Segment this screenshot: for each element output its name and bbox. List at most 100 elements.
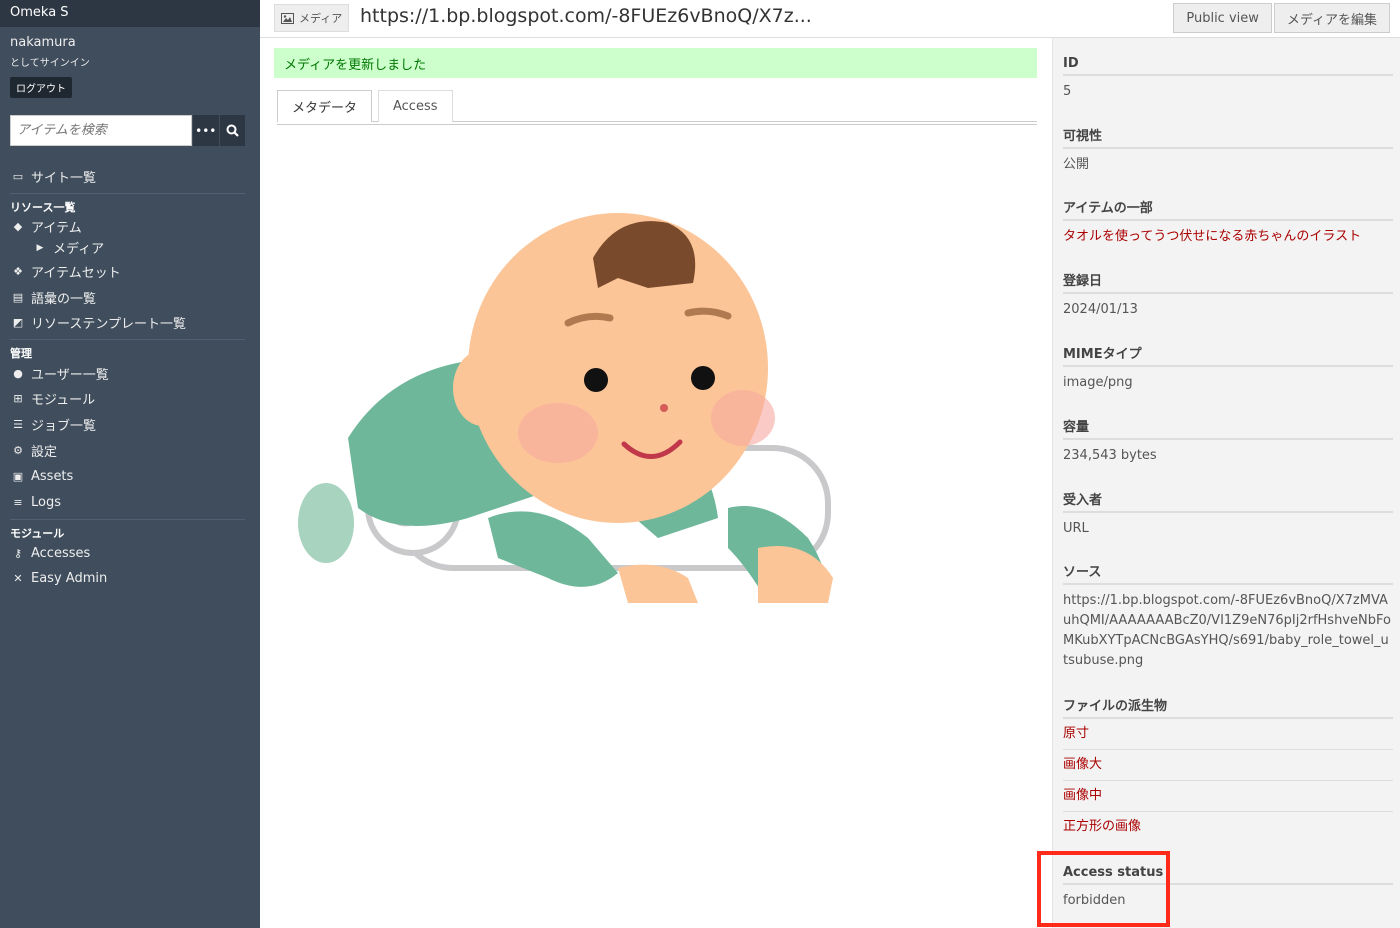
meta-size-value: 234,543 bytes <box>1063 448 1157 463</box>
edit-icon: ◩ <box>12 316 24 329</box>
edit-media-button[interactable]: メディアを編集 <box>1273 3 1390 33</box>
meta-part-of-label: アイテムの一部 <box>1063 197 1393 221</box>
success-message: メディアを更新しました <box>274 48 1037 78</box>
signed-in-text: としてサインイン <box>10 58 90 69</box>
baby-nose <box>660 404 668 412</box>
sidebar: Omeka S nakamura としてサインイン ログアウト ••• ▭ サイト… <box>0 0 260 928</box>
meta-derivatives: ファイルの派生物 原寸 画像大 画像中 正方形の画像 <box>1063 695 1393 843</box>
user-icon: ● <box>13 367 23 380</box>
meta-size-label: 容量 <box>1063 416 1393 440</box>
laptop-icon: ▭ <box>12 170 24 183</box>
meta-size: 容量 234,543 bytes <box>1063 416 1393 466</box>
media-image[interactable] <box>288 178 848 613</box>
book-icon: ▤ <box>12 291 24 304</box>
nav-divider <box>10 339 245 340</box>
logout-button[interactable]: ログアウト <box>10 77 72 98</box>
meta-source-label: ソース <box>1063 561 1393 585</box>
meta-id-label: ID <box>1063 52 1393 76</box>
meta-ingester-label: 受入者 <box>1063 489 1393 513</box>
baby-eye-right <box>691 366 715 390</box>
derivative-medium-link[interactable]: 画像中 <box>1063 781 1393 812</box>
page-actions: Public view メディアを編集 <box>1171 3 1390 33</box>
nav-modules-label: モジュール <box>31 392 96 408</box>
user-name[interactable]: nakamura <box>10 35 250 50</box>
baby-foot <box>298 483 354 563</box>
meta-created: 登録日 2024/01/13 <box>1063 270 1393 320</box>
section-tabs: メタデータ Access <box>277 90 1037 125</box>
nav-divider <box>10 193 245 194</box>
meta-id: ID 5 <box>1063 52 1393 102</box>
plus-square-icon: ⊞ <box>13 391 23 405</box>
derivative-square-link[interactable]: 正方形の画像 <box>1063 812 1393 843</box>
cogs-icon: ⚙ <box>13 443 23 457</box>
nav-settings-label: 設定 <box>31 444 58 460</box>
meta-ingester: 受入者 URL <box>1063 489 1393 539</box>
nav-resource-templates-label: リソーステンプレート一覧 <box>31 317 186 332</box>
nav-items[interactable]: ◆ アイテム <box>10 216 245 237</box>
nav-easy-admin-label: Easy Admin <box>31 571 108 586</box>
cube-icon: ◆ <box>13 220 23 233</box>
meta-visibility-label: 可視性 <box>1063 125 1393 149</box>
meta-part-of: アイテムの一部 タオルを使ってうつ伏せになる赤ちゃんのイラスト <box>1063 197 1393 247</box>
tabs-divider <box>277 124 1037 125</box>
nav-resource-templates[interactable]: ◩ リソーステンプレート一覧 <box>10 310 245 335</box>
meta-mime-label: MIMEタイプ <box>1063 343 1393 367</box>
resource-type-badge: メディア <box>274 4 350 32</box>
meta-visibility: 可視性 公開 <box>1063 125 1393 175</box>
tab-access[interactable]: Access <box>378 90 453 122</box>
nav-jobs[interactable]: ☰ ジョブ一覧 <box>10 411 245 437</box>
nav-sites-label: サイト一覧 <box>31 171 97 186</box>
nav-media[interactable]: ▶ メディア <box>10 237 245 258</box>
baby-eye-left <box>584 368 608 392</box>
main-content: メディアを更新しました メタデータ Access <box>274 38 1039 928</box>
meta-id-value: 5 <box>1063 84 1072 99</box>
meta-source-value: https://1.bp.blogspot.com/-8FUEz6vBnoQ/X… <box>1063 593 1391 668</box>
meta-derivatives-label: ファイルの派生物 <box>1063 695 1393 719</box>
nav-accesses[interactable]: ⚷ Accesses <box>10 542 245 565</box>
main-nav: ▭ サイト一覧 リソース一覧 ◆ アイテム ▶ メディア ❖ アイテムセット ▤ 語彙の一… <box>10 164 245 592</box>
tab-metadata[interactable]: メタデータ <box>277 90 373 122</box>
key-icon: ⚷ <box>13 547 23 560</box>
search-bar: ••• <box>10 115 245 146</box>
baby-ear <box>453 350 513 426</box>
search-button[interactable] <box>218 115 245 146</box>
nav-users[interactable]: ● ユーザー一覧 <box>10 362 245 385</box>
nav-divider <box>10 519 245 520</box>
nav-easy-admin[interactable]: ✕ Easy Admin <box>10 565 245 592</box>
meta-created-label: 登録日 <box>1063 270 1393 294</box>
nav-accesses-label: Accesses <box>31 546 91 561</box>
nav-vocabularies-label: 語彙の一覧 <box>31 292 97 307</box>
nav-users-label: ユーザー一覧 <box>31 368 109 383</box>
nav-items-label: アイテム <box>31 221 82 236</box>
meta-visibility-value: 公開 <box>1063 157 1090 172</box>
derivative-large-link[interactable]: 画像大 <box>1063 750 1393 781</box>
derivative-original-link[interactable]: 原寸 <box>1063 719 1393 750</box>
meta-ingester-value: URL <box>1063 521 1089 536</box>
media-metadata-panel: ID 5 可視性 公開 アイテムの一部 タオルを使ってうつ伏せになる赤ちゃんのイ… <box>1052 38 1400 928</box>
user-panel: nakamura としてサインイン ログアウト <box>0 27 260 98</box>
meta-mime-value: image/png <box>1063 375 1133 390</box>
baby-cheek-right <box>711 390 775 446</box>
site-brand[interactable]: Omeka S <box>0 0 260 27</box>
nav-settings[interactable]: ⚙ 設定 <box>10 437 245 463</box>
nav-assets[interactable]: ▣ Assets <box>10 463 245 489</box>
page-title: https://1.bp.blogspot.com/-8FUEz6vBnoQ/X… <box>360 5 812 27</box>
search-options-button[interactable]: ••• <box>192 115 219 146</box>
image-icon <box>281 12 294 24</box>
baby-right-hand <box>758 546 833 603</box>
nav-item-sets[interactable]: ❖ アイテムセット <box>10 258 245 285</box>
nav-modules[interactable]: ⊞ モジュール <box>10 385 245 411</box>
list-icon: ≡ <box>13 495 23 509</box>
cubes-icon: ❖ <box>13 265 23 278</box>
public-view-button[interactable]: Public view <box>1173 3 1272 33</box>
parent-item-link[interactable]: タオルを使ってうつ伏せになる赤ちゃんのイラスト <box>1063 227 1393 247</box>
search-input[interactable] <box>10 115 192 146</box>
meta-created-value: 2024/01/13 <box>1063 302 1138 317</box>
nav-logs[interactable]: ≡ Logs <box>10 489 245 515</box>
page-header: メディア https://1.bp.blogspot.com/-8FUEz6vB… <box>260 0 1400 38</box>
nav-vocabularies[interactable]: ▤ 語彙の一覧 <box>10 285 245 310</box>
nav-sites[interactable]: ▭ サイト一覧 <box>10 164 245 189</box>
caret-right-icon: ▶ <box>36 242 44 253</box>
ellipsis-icon: ••• <box>195 123 217 138</box>
tasks-icon: ☰ <box>13 417 23 431</box>
